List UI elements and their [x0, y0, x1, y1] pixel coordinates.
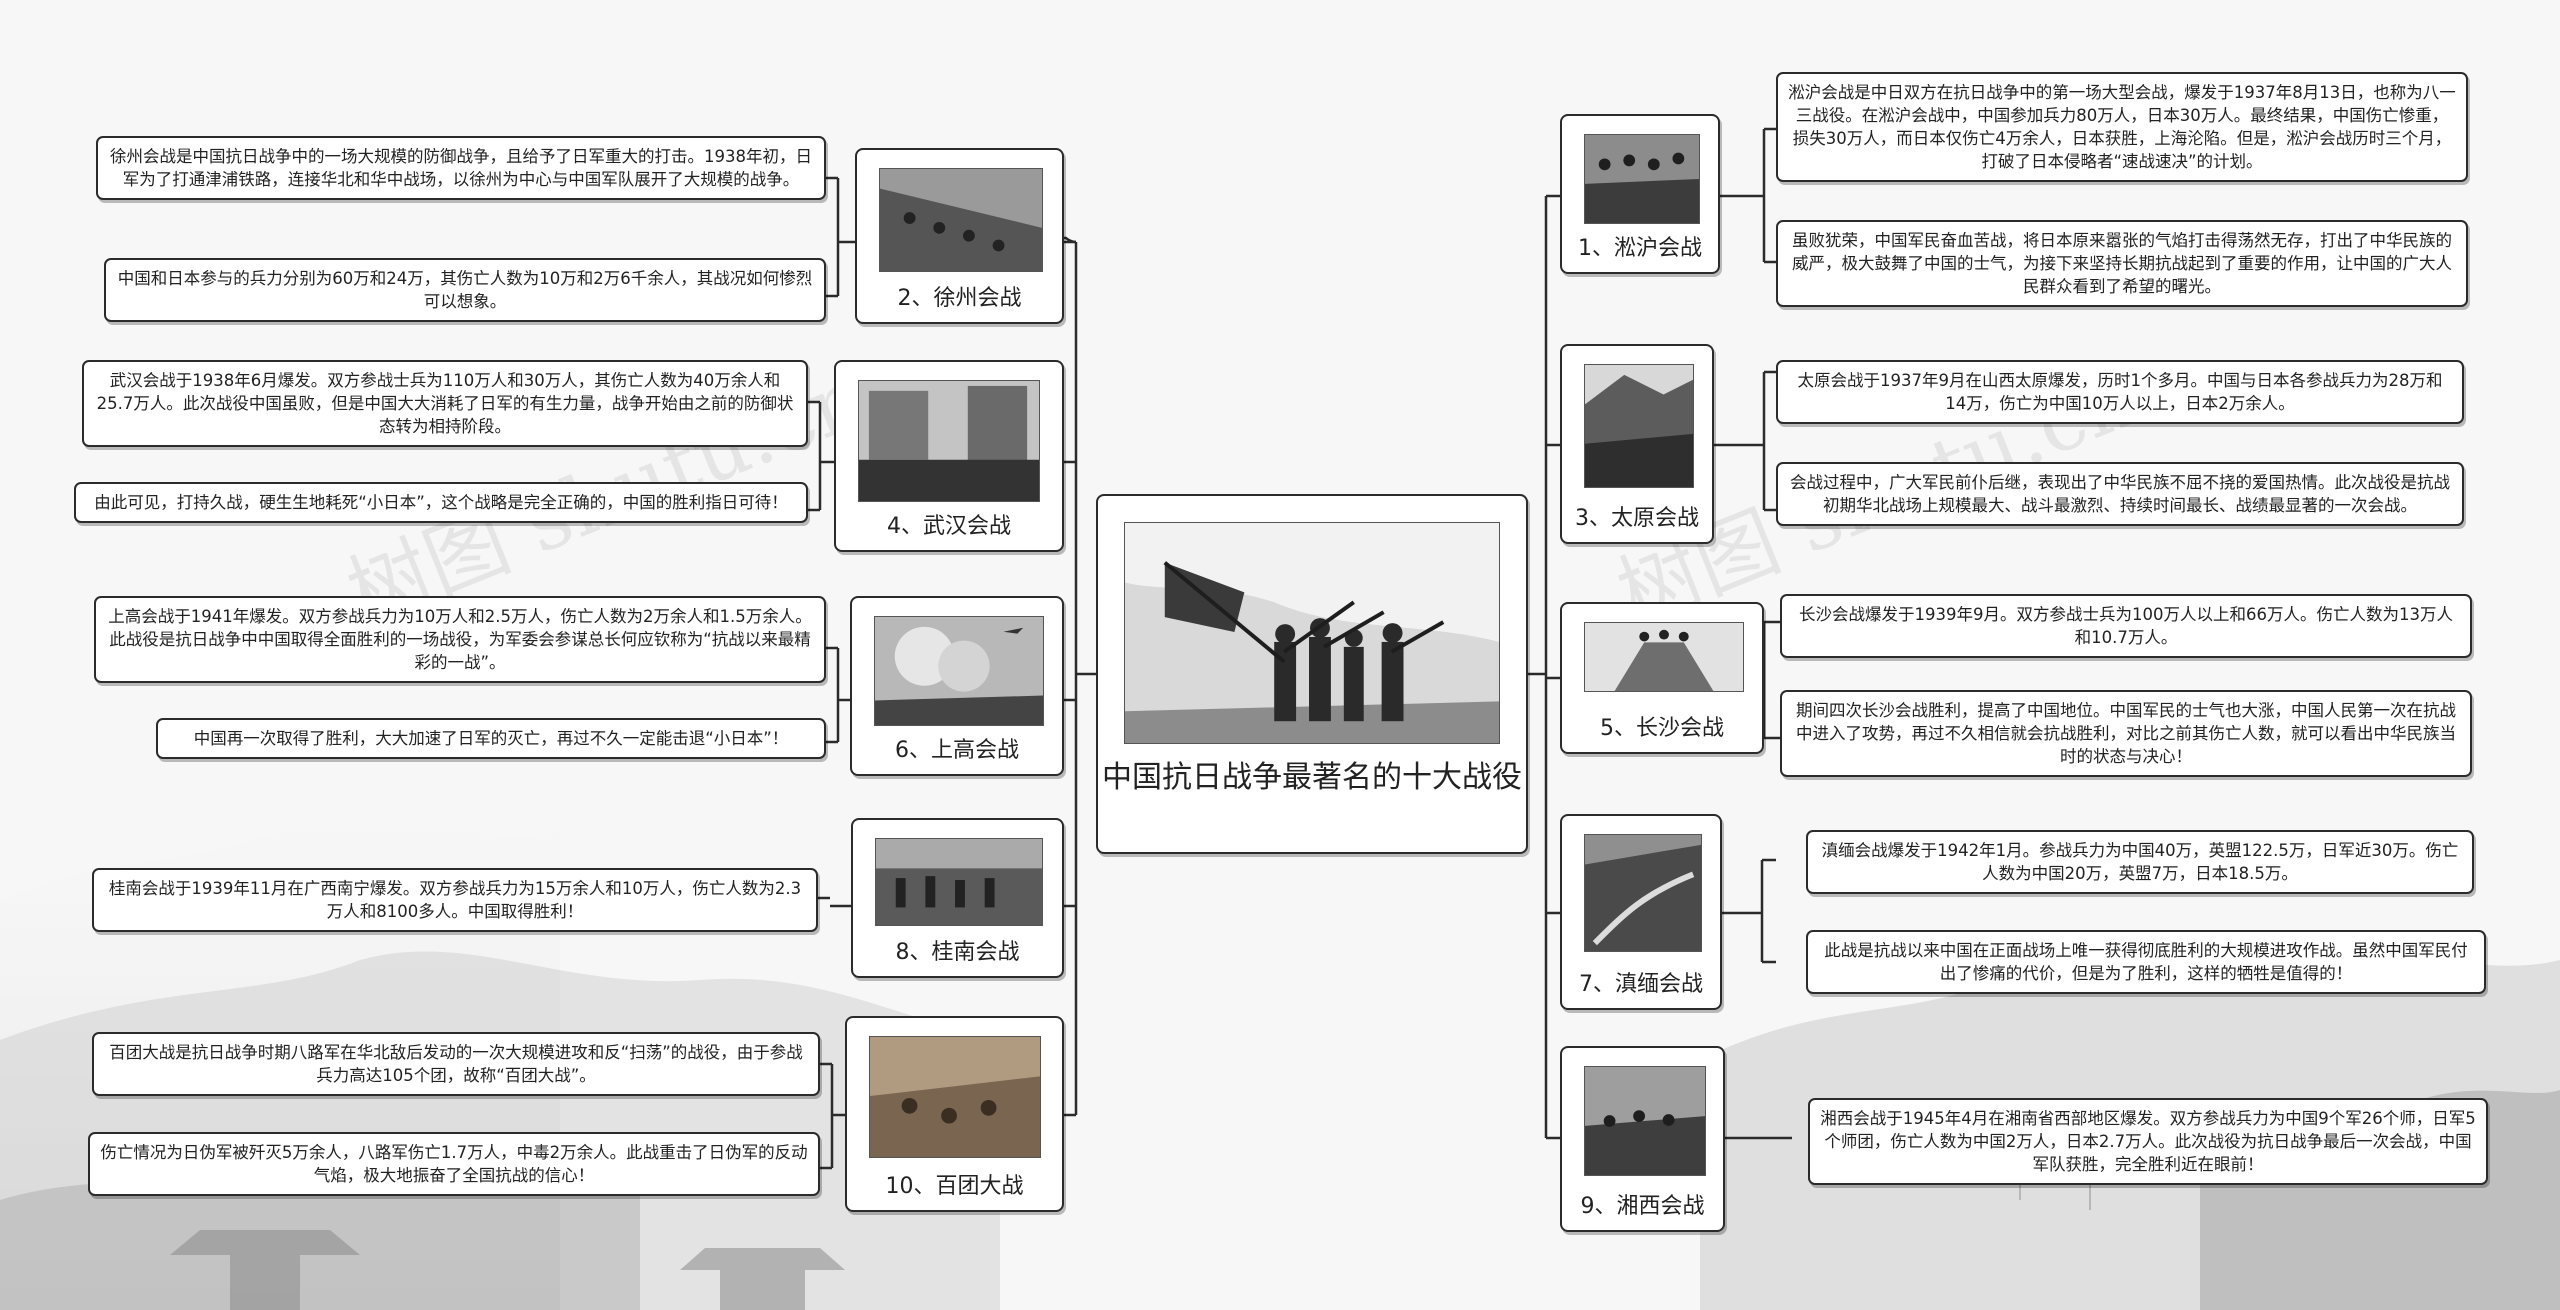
battle-photo-icon — [879, 168, 1043, 272]
note-songhu-2: 虽败犹荣，中国军民奋血苦战，将日本原来嚣张的气焰打击得荡然无存，打出了中华民族的… — [1776, 220, 2468, 307]
note-changsha-2: 期间四次长沙会战胜利，提高了中国地位。中国军民的士气也大涨，中国人民第一次在抗战… — [1780, 690, 2472, 777]
battle-photo-icon — [1584, 364, 1694, 488]
battle-label: 7、滇缅会战 — [1579, 972, 1703, 997]
battle-card-xuzhou[interactable]: 2、徐州会战 — [855, 148, 1064, 324]
battle-card-taiyuan[interactable]: 3、太原会战 — [1560, 344, 1714, 544]
note-taiyuan-2: 会战过程中，广大军民前仆后继，表现出了中华民族不屈不挠的爱国热情。此次战役是抗战… — [1776, 462, 2464, 526]
battle-label: 8、桂南会战 — [895, 940, 1020, 965]
battle-photo-icon — [1584, 834, 1702, 952]
note-xuzhou-1: 徐州会战是中国抗日战争中的一场大规模的防御战争，且给予了日军重大的打击。1938… — [96, 136, 826, 200]
note-xiangxi-1: 湘西会战于1945年4月在湘南省西部地区爆发。双方参战兵力为中国9个军26个师，… — [1808, 1098, 2488, 1185]
note-shanggao-1: 上高会战于1941年爆发。双方参战兵力为10万人和2.5万人，伤亡人数为2万余人… — [94, 596, 826, 683]
note-changsha-1: 长沙会战爆发于1939年9月。双方参战士兵为100万人以上和66万人。伤亡人数为… — [1780, 594, 2472, 658]
battle-label: 10、百团大战 — [885, 1174, 1024, 1199]
battle-photo-icon — [874, 616, 1044, 726]
battle-card-guinan[interactable]: 8、桂南会战 — [851, 818, 1064, 978]
battle-label: 5、长沙会战 — [1600, 716, 1724, 741]
central-topic-photo — [1124, 522, 1500, 744]
note-wuhan-2: 由此可见，打持久战，硬生生地耗死“小日本”，这个战略是完全正确的，中国的胜利指日… — [74, 482, 808, 523]
battle-label: 3、太原会战 — [1575, 506, 1699, 531]
note-shanggao-2: 中国再一次取得了胜利，大大加速了日军的灭亡，再过不久一定能击退“小日本”！ — [156, 718, 826, 759]
battle-label: 2、徐州会战 — [897, 286, 1022, 311]
note-baituan-2: 伤亡情况为日伪军被歼灭5万余人，八路军伤亡1.7万人，中毒2万余人。此战重击了日… — [88, 1132, 820, 1196]
battle-card-changsha[interactable]: 5、长沙会战 — [1560, 602, 1764, 754]
note-baituan-1: 百团大战是抗日战争时期八路军在华北敌后发动的一次大规模进攻和反“扫荡”的战役，由… — [92, 1032, 820, 1096]
note-xuzhou-2: 中国和日本参与的兵力分别为60万和24万，其伤亡人数为10万和2万6千余人，其战… — [104, 258, 826, 322]
note-wuhan-1: 武汉会战于1938年6月爆发。双方参战士兵为110万人和30万人，其伤亡人数为4… — [82, 360, 808, 447]
battle-photo-icon — [1584, 134, 1700, 224]
note-songhu-1: 淞沪会战是中日双方在抗日战争中的第一场大型会战，爆发于1937年8月13日，也称… — [1776, 72, 2468, 182]
battle-card-songhu[interactable]: 1、淞沪会战 — [1560, 114, 1720, 274]
central-topic-title: 中国抗日战争最著名的十大战役 — [1102, 760, 1522, 795]
note-taiyuan-1: 太原会战于1937年9月在山西太原爆发，历时1个多月。中国与日本各参战兵力为28… — [1776, 360, 2464, 424]
note-dianmian-1: 滇缅会战爆发于1942年1月。参战兵力为中国40万，英盟122.5万，日军近30… — [1806, 830, 2474, 894]
battle-label: 6、上高会战 — [895, 738, 1019, 763]
battle-label: 9、湘西会战 — [1580, 1194, 1705, 1219]
battle-photo-icon — [858, 380, 1040, 502]
battle-photo-icon — [869, 1036, 1041, 1158]
battle-card-baituan[interactable]: 10、百团大战 — [845, 1016, 1064, 1212]
battle-card-shanggao[interactable]: 6、上高会战 — [850, 596, 1064, 776]
battle-photo-icon — [1584, 622, 1744, 692]
note-guinan-1: 桂南会战于1939年11月在广西南宁爆发。双方参战兵力为15万余人和10万人，伤… — [92, 868, 818, 932]
battle-label: 1、淞沪会战 — [1578, 236, 1702, 261]
battle-card-dianmian[interactable]: 7、滇缅会战 — [1560, 814, 1722, 1010]
central-topic-card: 中国抗日战争最著名的十大战役 — [1096, 494, 1528, 854]
battle-photo-icon — [1584, 1066, 1706, 1176]
note-dianmian-2: 此战是抗战以来中国在正面战场上唯一获得彻底胜利的大规模进攻作战。虽然中国军民付出… — [1806, 930, 2486, 994]
battle-card-xiangxi[interactable]: 9、湘西会战 — [1560, 1046, 1725, 1232]
battle-photo-icon — [875, 838, 1043, 926]
battle-card-wuhan[interactable]: 4、武汉会战 — [834, 360, 1064, 552]
battle-label: 4、武汉会战 — [887, 514, 1011, 539]
